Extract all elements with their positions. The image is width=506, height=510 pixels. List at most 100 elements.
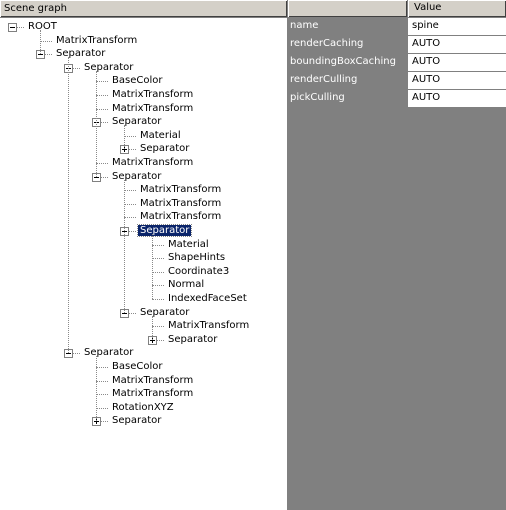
tree-connector	[96, 356, 97, 422]
scene-graph-tree[interactable]: ROOT MatrixTransform Separator Separator Bas…	[0, 20, 287, 510]
property-header-row: Value	[288, 0, 506, 18]
tree-node-label: ROOT	[28, 21, 57, 32]
tree-node[interactable]: Separator	[54, 47, 107, 61]
tree-node-label: MatrixTransform	[140, 184, 222, 196]
property-value-field[interactable]: AUTO	[408, 90, 506, 107]
tree-node[interactable]: BaseColor	[110, 74, 164, 88]
tree-node-label: ShapeHints	[168, 252, 226, 264]
tree-node-label: MatrixTransform	[112, 374, 194, 386]
property-name: renderCaching	[288, 36, 408, 53]
tree-node-label: MatrixTransform	[168, 320, 250, 332]
tree-node[interactable]: BaseColor	[110, 360, 164, 374]
tree-node[interactable]: MatrixTransform	[110, 387, 195, 401]
property-value-header[interactable]: Value	[408, 0, 506, 17]
tree-node[interactable]: MatrixTransform	[110, 374, 195, 388]
tree-node[interactable]: MatrixTransform	[110, 88, 195, 102]
property-name: renderCulling	[288, 72, 408, 89]
tree-connector	[124, 203, 136, 205]
tree-node-label: MatrixTransform	[56, 34, 138, 46]
tree-connector	[152, 326, 164, 328]
tree-node[interactable]: ROOT	[26, 20, 59, 34]
tree-connector	[124, 125, 125, 150]
tree-connector	[96, 163, 108, 164]
tree-node-label: Coordinate3	[168, 265, 230, 277]
tree-node[interactable]: MatrixTransform	[138, 210, 223, 224]
tree-node-label: BaseColor	[112, 361, 163, 372]
tree-connector	[152, 299, 164, 300]
property-panel: Value name spine renderCaching AUTO bounding…	[288, 0, 506, 510]
tree-node[interactable]: Normal	[166, 278, 206, 292]
tree-connector	[40, 30, 41, 55]
tree-connector	[152, 234, 153, 299]
scene-graph-header[interactable]: Scene graph	[0, 0, 287, 18]
tree-node[interactable]: Separator	[138, 142, 191, 156]
property-value-field[interactable]: AUTO	[408, 54, 506, 71]
tree-node-label: Separator	[84, 347, 134, 359]
tree-node[interactable]: MatrixTransform	[138, 183, 223, 197]
tree-node-label: Separator	[136, 224, 193, 237]
tree-connector	[96, 70, 97, 177]
tree-node-label: RotationXYZ	[112, 401, 174, 413]
tree-node-label: Separator	[84, 61, 134, 73]
tree-connector	[152, 271, 164, 273]
scene-graph-panel: Scene graph ROOT MatrixTransform Separator…	[0, 0, 288, 510]
tree-node[interactable]: ShapeHints	[166, 251, 227, 265]
tree-node-label: MatrixTransform	[112, 388, 194, 400]
tree-node[interactable]: MatrixTransform	[110, 102, 195, 116]
tree-connector	[96, 108, 108, 110]
property-row: name spine	[288, 18, 506, 36]
tree-node-label: Separator	[112, 116, 162, 128]
tree-connector	[124, 190, 136, 192]
property-row: renderCulling AUTO	[288, 72, 506, 90]
tree-node-label: Material	[168, 238, 209, 250]
tree-connector	[124, 179, 125, 313]
tree-connector	[40, 40, 52, 42]
tree-node-label: IndexedFaceSet	[168, 293, 247, 304]
tree-node[interactable]: IndexedFaceSet	[166, 292, 249, 306]
property-row: pickCulling AUTO	[288, 90, 506, 108]
tree-connector	[96, 394, 108, 396]
tree-node-label: Separator	[140, 306, 190, 318]
tree-node-label: Separator	[112, 415, 162, 427]
tree-node-label: MatrixTransform	[140, 211, 222, 223]
tree-node[interactable]: Separator	[110, 170, 163, 184]
property-name: name	[288, 18, 408, 35]
tree-node[interactable]: MatrixTransform	[138, 197, 223, 211]
tree-node[interactable]: Separator	[166, 333, 219, 347]
tree-node[interactable]: RotationXYZ	[110, 401, 176, 415]
tree-node-label: MatrixTransform	[112, 89, 194, 100]
tree-connector	[152, 315, 153, 340]
tree-node[interactable]: Separator	[82, 61, 135, 75]
tree-node-label: Separator	[112, 170, 162, 182]
property-value-field[interactable]: spine	[408, 18, 506, 35]
tree-node-label: MatrixTransform	[112, 157, 194, 168]
tree-node[interactable]: Separator	[110, 115, 163, 129]
property-value-field[interactable]: AUTO	[408, 36, 506, 53]
tree-connector	[124, 217, 136, 219]
tree-node[interactable]: MatrixTransform	[166, 319, 251, 333]
collapse-toggle-icon[interactable]	[8, 23, 17, 32]
tree-node-label: MatrixTransform	[140, 197, 222, 209]
tree-node[interactable]: Coordinate3	[166, 265, 231, 279]
property-row: renderCaching AUTO	[288, 36, 506, 54]
tree-connector	[152, 285, 164, 287]
property-value-field[interactable]: AUTO	[408, 72, 506, 89]
tree-node-label: Normal	[168, 279, 205, 291]
tree-connector	[96, 95, 108, 96]
tree-node[interactable]: Separator	[110, 414, 163, 428]
tree-connector	[152, 244, 164, 246]
tree-node-label: Separator	[56, 48, 106, 60]
tree-connector	[68, 57, 69, 354]
tree-node[interactable]: Separator	[82, 346, 135, 360]
tree-node-label: Separator	[140, 143, 190, 155]
tree-node[interactable]: Separator	[136, 224, 193, 238]
tree-node[interactable]: Separator	[138, 306, 191, 320]
tree-node[interactable]: MatrixTransform	[54, 34, 139, 48]
tree-node[interactable]: Material	[138, 129, 183, 143]
property-name-header[interactable]	[288, 0, 408, 17]
tree-node[interactable]: MatrixTransform	[110, 156, 195, 170]
tree-node-label: Material	[140, 129, 181, 141]
tree-connector	[124, 135, 136, 137]
tree-node-label: Separator	[168, 333, 218, 345]
tree-node[interactable]: Material	[166, 238, 211, 252]
